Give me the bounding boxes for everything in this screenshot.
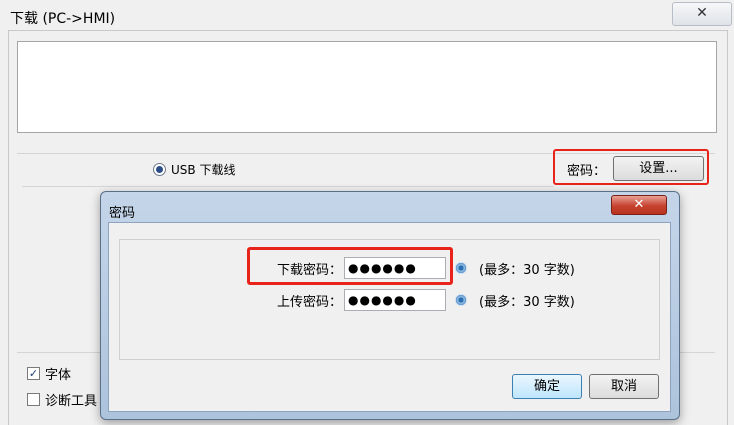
close-icon: ✕ — [696, 5, 708, 21]
show-password-icon[interactable] — [455, 262, 467, 274]
dialog-close-button[interactable]: ✕ — [611, 195, 667, 215]
download-password-hint: (最多：30 字数) — [479, 262, 575, 278]
password-dialog: 密码 ✕ 下载密码： ●●●●●● (最多：30 字数) 上传密码： ●●●●●… — [100, 191, 680, 420]
diagnostic-checkbox-row[interactable]: 诊断工具 — [27, 390, 97, 409]
font-checkbox-label: 字体 — [45, 368, 72, 383]
password-label: 密码： — [567, 164, 607, 179]
cancel-button[interactable]: 取消 — [589, 374, 659, 399]
divider — [22, 186, 554, 187]
window-title: 下载 (PC->HMI) — [10, 11, 116, 27]
download-password-highlight-box — [247, 247, 453, 285]
checkbox-checked-icon[interactable]: ✓ — [27, 367, 40, 380]
close-icon: ✕ — [633, 197, 645, 212]
upload-password-label: 上传密码： — [276, 294, 342, 310]
usb-option[interactable]: USB 下载线 — [153, 161, 235, 178]
checkbox-unchecked-icon[interactable] — [27, 393, 40, 406]
ok-button[interactable]: 确定 — [512, 374, 582, 399]
diagnostic-checkbox-label: 诊断工具 — [45, 394, 98, 409]
password-settings-button[interactable]: 设置... — [613, 156, 704, 181]
close-button[interactable]: ✕ — [672, 2, 732, 26]
font-checkbox-row[interactable]: ✓ 字体 — [27, 364, 71, 383]
upload-password-input[interactable]: ●●●●●● — [344, 289, 446, 311]
upload-password-row: 上传密码： ●●●●●● (最多：30 字数) — [247, 289, 575, 311]
radio-selected-icon[interactable] — [153, 163, 166, 176]
dialog-title: 密码 — [109, 206, 136, 221]
log-output-box[interactable] — [17, 41, 717, 133]
show-password-icon[interactable] — [455, 294, 467, 306]
usb-option-label: USB 下载线 — [171, 163, 236, 177]
upload-password-hint: (最多：30 字数) — [479, 294, 575, 310]
